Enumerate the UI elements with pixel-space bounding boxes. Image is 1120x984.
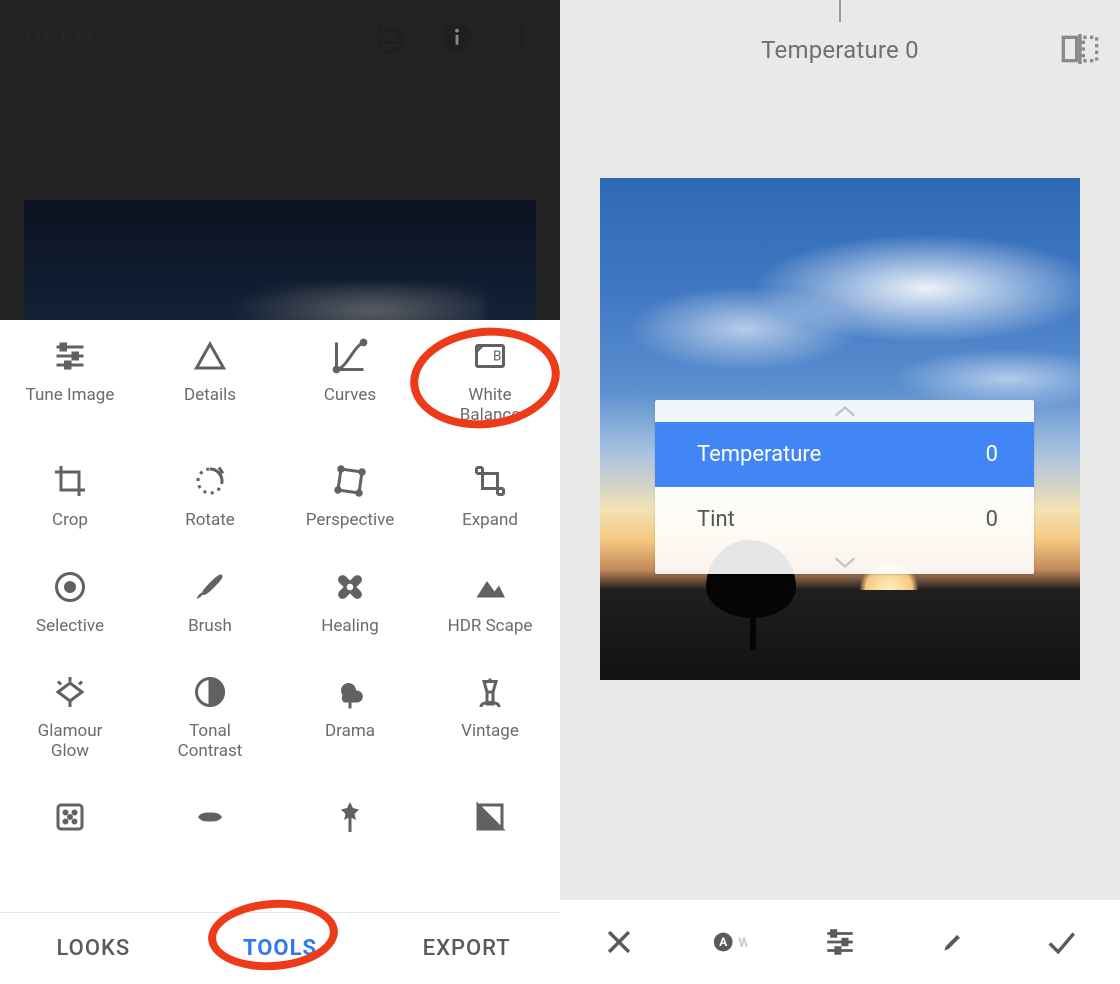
tool-label: Brush xyxy=(188,617,232,637)
glamour-glow-icon xyxy=(50,672,90,712)
editor-top-bar: Temperature 0 xyxy=(560,0,1120,100)
param-value: 0 xyxy=(986,507,998,532)
tonal-contrast-icon xyxy=(190,672,230,712)
tab-export[interactable]: EXPORT xyxy=(373,936,560,961)
details-icon xyxy=(190,336,230,376)
tool-label: White Balance xyxy=(460,386,521,425)
apply-icon[interactable] xyxy=(1039,920,1083,964)
retrolux-icon xyxy=(190,797,230,837)
tool-label: Vintage xyxy=(461,722,519,742)
expand-icon xyxy=(470,461,510,501)
tool-curves[interactable]: Curves xyxy=(280,328,420,425)
rotate-icon xyxy=(190,461,230,501)
tool-label: Perspective xyxy=(306,511,394,531)
grunge-icon xyxy=(330,797,370,837)
more-icon[interactable] xyxy=(504,20,538,54)
param-label: Tint xyxy=(697,507,735,532)
tool-label: Expand xyxy=(462,511,518,531)
tool-healing[interactable]: Healing xyxy=(280,559,420,637)
tool-tonal-contrast[interactable]: Tonal Contrast xyxy=(140,664,280,761)
tool-label: Crop xyxy=(52,511,88,531)
tab-looks[interactable]: LOOKS xyxy=(0,936,187,961)
selective-icon xyxy=(50,567,90,607)
tool-black-white[interactable] xyxy=(420,789,560,837)
tool-retrolux[interactable] xyxy=(140,789,280,837)
tool-tune-image[interactable]: Tune Image xyxy=(0,328,140,425)
chevron-down-icon xyxy=(655,552,1034,574)
param-value: 0 xyxy=(986,442,998,467)
tools-grid: Tune Image Details Curves B White Balanc… xyxy=(0,320,560,837)
tool-white-balance[interactable]: B White Balance xyxy=(420,328,560,425)
tool-grainy-film[interactable] xyxy=(0,789,140,837)
tool-details[interactable]: Details xyxy=(140,328,280,425)
left-screenshot: OPEN Tune Image xyxy=(0,0,560,984)
svg-text:B: B xyxy=(493,349,501,365)
tools-sheet: Tune Image Details Curves B White Balanc… xyxy=(0,320,560,912)
grainy-film-icon xyxy=(50,797,90,837)
tool-label: Tonal Contrast xyxy=(178,722,243,761)
editor-bottom-bar: AW xyxy=(560,900,1120,984)
vintage-icon xyxy=(470,672,510,712)
perspective-icon xyxy=(330,461,370,501)
undo-icon[interactable] xyxy=(376,20,410,54)
param-label: Temperature xyxy=(697,442,821,467)
tool-label: Drama xyxy=(325,722,375,742)
tool-vintage[interactable]: Vintage xyxy=(420,664,560,761)
open-button[interactable]: OPEN xyxy=(14,11,103,64)
tool-label: Curves xyxy=(324,386,376,406)
svg-text:A: A xyxy=(719,935,727,949)
adjust-icon[interactable] xyxy=(818,920,862,964)
tab-tools[interactable]: TOOLS xyxy=(187,936,374,961)
tool-brush[interactable]: Brush xyxy=(140,559,280,637)
tool-label: Glamour Glow xyxy=(38,722,103,761)
tool-hdr-scape[interactable]: HDR Scape xyxy=(420,559,560,637)
info-icon[interactable] xyxy=(440,20,474,54)
current-param-readout: Temperature 0 xyxy=(560,36,1120,64)
tool-label: Selective xyxy=(36,617,104,637)
auto-wb-icon[interactable]: AW xyxy=(708,920,752,964)
param-value: 0 xyxy=(905,36,919,64)
tool-glamour-glow[interactable]: Glamour Glow xyxy=(0,664,140,761)
hdr-scape-icon xyxy=(470,567,510,607)
crop-icon xyxy=(50,461,90,501)
bottom-tabs: LOOKS TOOLS EXPORT xyxy=(0,912,560,984)
compare-icon[interactable] xyxy=(1060,34,1100,66)
tool-expand[interactable]: Expand xyxy=(420,453,560,531)
curves-icon xyxy=(330,336,370,376)
top-bar: OPEN xyxy=(0,0,560,74)
tool-selective[interactable]: Selective xyxy=(0,559,140,637)
tune-icon xyxy=(50,336,90,376)
tool-perspective[interactable]: Perspective xyxy=(280,453,420,531)
tool-label: Details xyxy=(184,386,236,406)
tool-label: Tune Image xyxy=(26,386,115,406)
brush-icon xyxy=(190,567,230,607)
chevron-up-icon xyxy=(655,400,1034,422)
healing-icon xyxy=(330,567,370,607)
param-name: Temperature xyxy=(761,36,899,64)
tool-label: Rotate xyxy=(185,511,235,531)
tool-label: HDR Scape xyxy=(448,617,533,637)
parameter-panel[interactable]: Temperature 0 Tint 0 xyxy=(655,400,1034,574)
tool-crop[interactable]: Crop xyxy=(0,453,140,531)
tool-rotate[interactable]: Rotate xyxy=(140,453,280,531)
param-row-temperature[interactable]: Temperature 0 xyxy=(655,422,1034,487)
drama-icon xyxy=(330,672,370,712)
tool-label: Healing xyxy=(321,617,379,637)
black-white-icon xyxy=(470,797,510,837)
svg-text:W: W xyxy=(738,936,747,951)
param-row-tint[interactable]: Tint 0 xyxy=(655,487,1034,552)
tool-drama[interactable]: Drama xyxy=(280,664,420,761)
top-bar-actions xyxy=(376,20,546,54)
eyedropper-icon[interactable] xyxy=(928,920,972,964)
white-balance-icon: B xyxy=(470,336,510,376)
tool-grunge[interactable] xyxy=(280,789,420,837)
right-screenshot: Temperature 0 Temperature 0 Tint 0 xyxy=(560,0,1120,984)
close-icon[interactable] xyxy=(597,920,641,964)
